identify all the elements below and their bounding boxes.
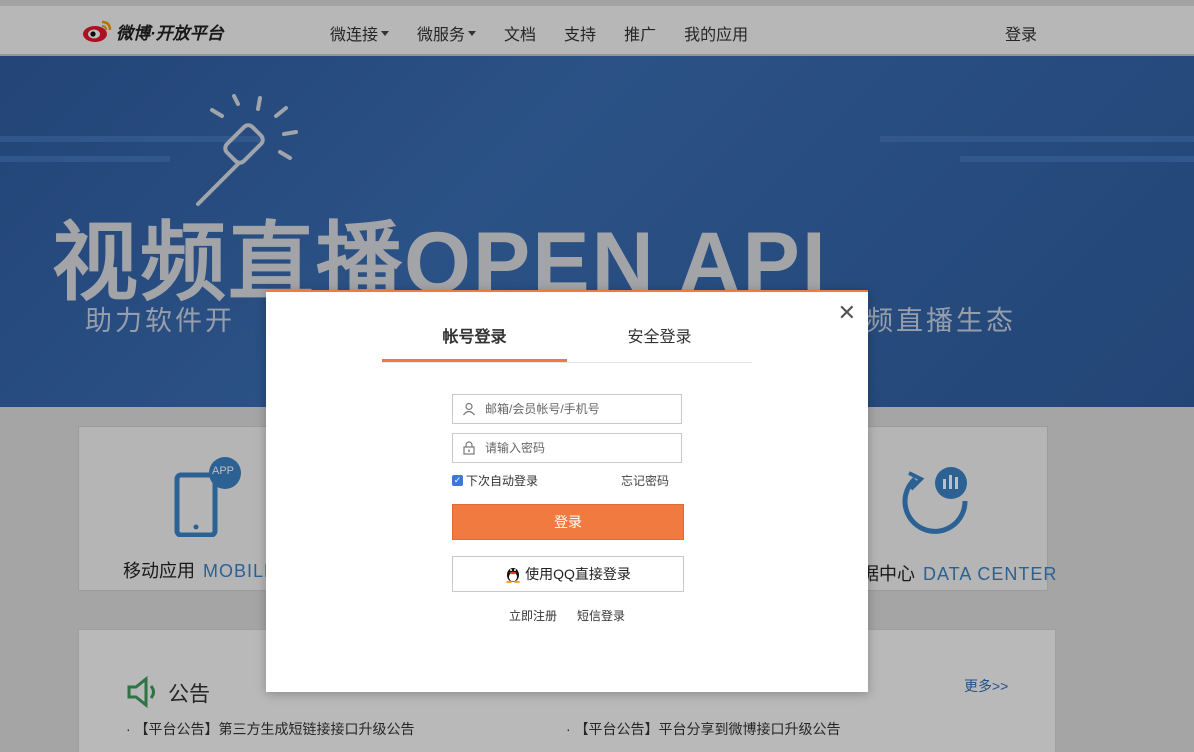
login-tabs: 帐号登录 安全登录: [382, 326, 752, 363]
user-icon: [453, 402, 485, 416]
forgot-password-link[interactable]: 忘记密码: [621, 472, 669, 489]
register-link[interactable]: 立即注册: [509, 607, 557, 624]
password-input[interactable]: [485, 441, 675, 455]
close-icon[interactable]: ✕: [838, 302, 856, 324]
remember-me[interactable]: ✓ 下次自动登录: [452, 472, 538, 489]
username-input[interactable]: [485, 402, 675, 416]
remember-checkbox[interactable]: ✓: [452, 475, 463, 486]
password-field[interactable]: [452, 433, 682, 463]
tab-secure-login[interactable]: 安全登录: [567, 326, 752, 362]
qq-login-button[interactable]: 使用QQ直接登录: [452, 556, 684, 592]
login-modal: ✕ 帐号登录 安全登录 ✓ 下次自动登录 忘记密码 登录 使用QQ直接登录 立即…: [266, 290, 868, 692]
lock-icon: [453, 441, 485, 455]
tab-account-login[interactable]: 帐号登录: [382, 326, 567, 362]
username-field[interactable]: [452, 394, 682, 424]
qq-login-label: 使用QQ直接登录: [525, 566, 631, 582]
remember-label: 下次自动登录: [466, 474, 539, 488]
login-button[interactable]: 登录: [452, 504, 684, 540]
qq-penguin-icon: [506, 568, 521, 583]
modal-footer-links: 立即注册 短信登录: [509, 607, 625, 624]
sms-login-link[interactable]: 短信登录: [577, 607, 625, 624]
